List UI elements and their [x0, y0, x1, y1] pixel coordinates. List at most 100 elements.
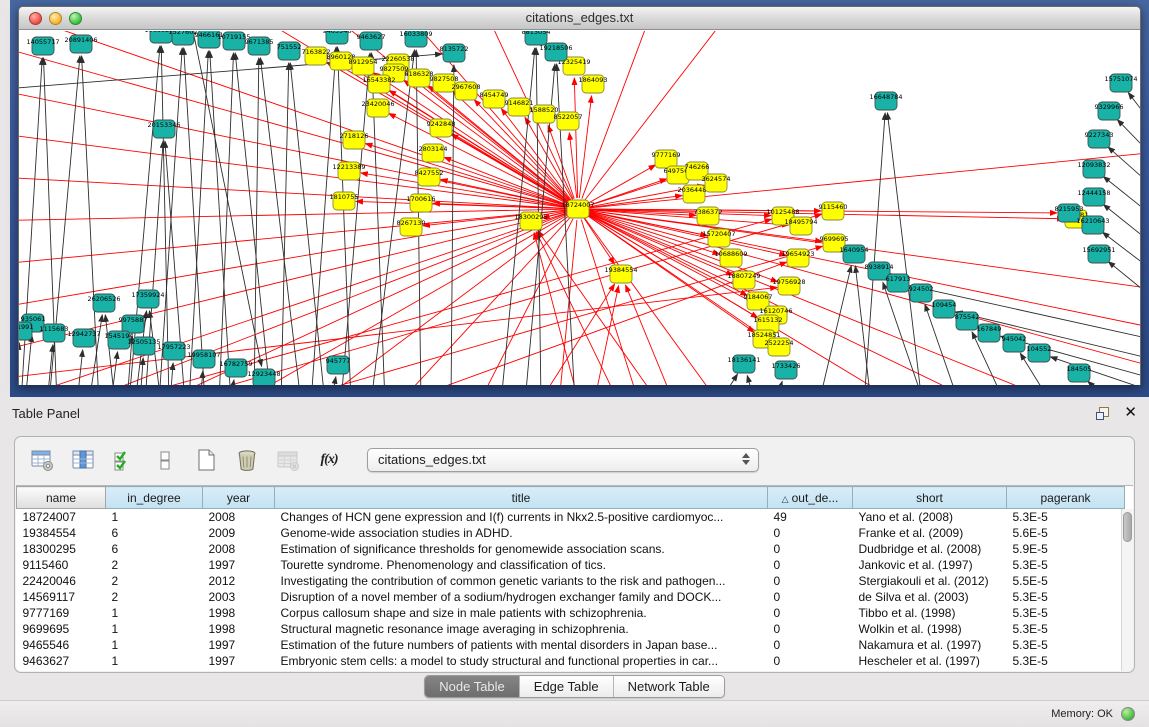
table-cell[interactable]: 18724007 [17, 509, 106, 525]
column-header-short[interactable]: short [853, 487, 1007, 509]
graph-edge[interactable] [19, 176, 567, 208]
table-cell[interactable]: 14569117 [17, 589, 106, 605]
graph-edge[interactable] [47, 345, 53, 385]
table-cell[interactable]: 2008 [203, 509, 275, 525]
table-cell[interactable]: 22420046 [17, 573, 106, 589]
table-cell[interactable]: 9777169 [17, 605, 106, 621]
graph-edge[interactable] [588, 165, 656, 204]
table-row[interactable]: 1830029562008Estimation of significance … [17, 541, 1125, 557]
table-cell[interactable]: 2 [106, 557, 203, 573]
graph-node[interactable]: 184505 [1067, 364, 1092, 382]
graph-node[interactable]: 2522254 [765, 338, 794, 356]
graph-node[interactable]: 18807249 [727, 271, 760, 289]
column-header-title[interactable]: title [275, 487, 768, 509]
table-cell[interactable]: 0 [768, 653, 853, 669]
graph-edge[interactable] [105, 315, 115, 385]
graph-edge[interactable] [210, 51, 231, 385]
table-cell[interactable]: 1998 [203, 605, 275, 621]
graph-node[interactable]: 8267130 [397, 218, 426, 236]
graph-edge[interactable] [594, 286, 619, 385]
graph-edge[interactable] [230, 380, 234, 385]
graph-edge[interactable] [819, 266, 851, 385]
graph-node[interactable]: 3624574 [702, 174, 731, 192]
minimize-window-icon[interactable] [49, 12, 62, 25]
table-cell[interactable]: Structural magnetic resonance image aver… [275, 621, 768, 637]
graph-edge[interactable] [111, 352, 117, 385]
graph-edge[interactable] [416, 50, 421, 385]
table-cell[interactable]: 2 [106, 589, 203, 605]
graph-node[interactable]: 9777169 [652, 150, 681, 168]
new-table-icon[interactable] [193, 447, 219, 473]
tab-edge-table[interactable]: Edge Table [520, 676, 614, 697]
clear-selection-icon[interactable] [152, 447, 178, 473]
graph-edge[interactable] [581, 219, 639, 385]
graph-node[interactable]: 8813054 [522, 31, 551, 45]
graph-node[interactable]: 19654923 [781, 249, 814, 267]
graph-node[interactable]: 15692951 [1082, 245, 1115, 263]
table-cell[interactable]: 1997 [203, 557, 275, 573]
graph-edge[interactable] [775, 381, 782, 385]
table-cell[interactable]: 2009 [203, 525, 275, 541]
table-cell[interactable]: Tourette syndrome. Phenomenology and cla… [275, 557, 768, 573]
column-header-in-degree[interactable]: in_degree [106, 487, 203, 509]
graph-edge[interactable] [281, 63, 289, 385]
graph-node[interactable]: 18136141 [727, 355, 760, 373]
graph-node[interactable]: 16033809 [399, 31, 432, 47]
graph-node[interactable]: 945777 [326, 356, 351, 374]
float-panel-icon[interactable] [1095, 406, 1110, 421]
graph-node[interactable]: 8522057 [554, 112, 583, 130]
graph-node[interactable]: 8135722 [440, 44, 469, 62]
table-cell[interactable]: 5.3E-5 [1007, 637, 1125, 653]
graph-edge[interactable] [129, 46, 160, 385]
graph-node[interactable]: 1864093 [579, 75, 608, 93]
table-scrollbar[interactable] [1121, 509, 1133, 671]
graph-node[interactable]: 924502 [909, 284, 934, 302]
table-cell[interactable]: Yano et al. (2008) [853, 509, 1007, 525]
table-row[interactable]: 1872400712008Changes of HCN gene express… [17, 509, 1125, 525]
table-cell[interactable]: 9463627 [17, 653, 106, 669]
table-cell[interactable]: 9465546 [17, 637, 106, 653]
graph-edge[interactable] [1088, 381, 1111, 385]
table-cell[interactable]: 1 [106, 653, 203, 669]
table-cell[interactable]: 2003 [203, 589, 275, 605]
close-panel-icon[interactable]: ✕ [1124, 405, 1137, 421]
table-row[interactable]: 969969511998Structural magnetic resonanc… [17, 621, 1125, 637]
table-cell[interactable]: 1997 [203, 637, 275, 653]
graph-edge[interactable] [451, 65, 454, 385]
graph-edge[interactable] [584, 218, 719, 385]
graph-node[interactable]: 19756928 [772, 277, 805, 295]
graph-edge[interactable] [399, 217, 571, 385]
graph-node[interactable]: 19384554 [604, 265, 637, 283]
graph-edge[interactable] [170, 363, 173, 385]
table-row[interactable]: 2242004622012Investigating the contribut… [17, 573, 1125, 589]
graph-node[interactable]: 617913 [886, 274, 911, 292]
table-cell[interactable]: 5.3E-5 [1007, 653, 1125, 669]
table-cell[interactable]: 2012 [203, 573, 275, 589]
network-canvas[interactable]: 1872400718300295193845547163822896012889… [19, 31, 1140, 385]
graph-node[interactable]: 1527602 [169, 31, 198, 45]
table-cell[interactable]: 5.6E-5 [1007, 525, 1125, 541]
table-cell[interactable]: 18300295 [17, 541, 106, 557]
table-cell[interactable]: Hescheler et al. (1997) [853, 653, 1007, 669]
graph-node[interactable]: 2803144 [419, 144, 448, 162]
graph-edge[interactable] [589, 196, 682, 208]
show-column-icon[interactable] [70, 447, 96, 473]
graph-node[interactable]: 945042 [1002, 334, 1027, 352]
table-row[interactable]: 911546021997Tourette syndrome. Phenomeno… [17, 557, 1125, 573]
table-cell[interactable]: 0 [768, 573, 853, 589]
table-cell[interactable]: 5.3E-5 [1007, 509, 1125, 525]
table-cell[interactable]: 5.3E-5 [1007, 557, 1125, 573]
zoom-window-icon[interactable] [69, 12, 82, 25]
graph-node[interactable]: 751552 [277, 42, 302, 60]
table-row[interactable]: 946554611997Estimation of the future num… [17, 637, 1125, 653]
table-cell[interactable]: 0 [768, 621, 853, 637]
graph-node[interactable]: 7386372 [694, 207, 723, 225]
table-cell[interactable]: Jankovic et al. (1997) [853, 557, 1007, 573]
graph-edge[interactable] [161, 46, 169, 385]
table-cell[interactable]: 19384554 [17, 525, 106, 541]
graph-edge[interactable] [855, 266, 871, 385]
table-cell[interactable]: Changes of HCN gene expression and I(f) … [275, 509, 768, 525]
table-cell[interactable]: 5.9E-5 [1007, 541, 1125, 557]
table-cell[interactable]: 9115460 [17, 557, 106, 573]
graph-edge[interactable] [25, 335, 32, 385]
